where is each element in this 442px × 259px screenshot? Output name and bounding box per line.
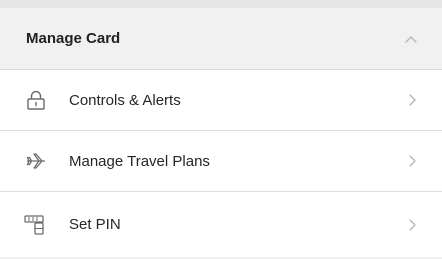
manage-card-header[interactable]: Manage Card — [0, 8, 442, 70]
item-label: Manage Travel Plans — [69, 152, 210, 170]
chevron-up-icon[interactable] — [404, 32, 418, 46]
chevron-right-icon — [406, 154, 418, 168]
card-options-list: Controls & Alerts Manage Travel Plans Se… — [0, 70, 442, 257]
section-title: Manage Card — [26, 30, 121, 47]
manage-card-panel: Manage Card Controls & Alerts Manage Tra… — [0, 0, 442, 259]
lock-icon — [24, 88, 48, 112]
item-label: Set PIN — [69, 216, 121, 233]
airplane-icon — [24, 149, 48, 173]
top-divider — [0, 0, 442, 8]
chevron-right-icon — [406, 218, 418, 232]
item-label: Controls & Alerts — [69, 91, 181, 109]
chevron-right-icon — [406, 93, 418, 107]
list-item-manage-travel-plans[interactable]: Manage Travel Plans — [0, 131, 442, 192]
keypad-icon — [24, 213, 48, 237]
list-item-controls-alerts[interactable]: Controls & Alerts — [0, 70, 442, 131]
list-item-set-pin[interactable]: Set PIN — [0, 192, 442, 257]
